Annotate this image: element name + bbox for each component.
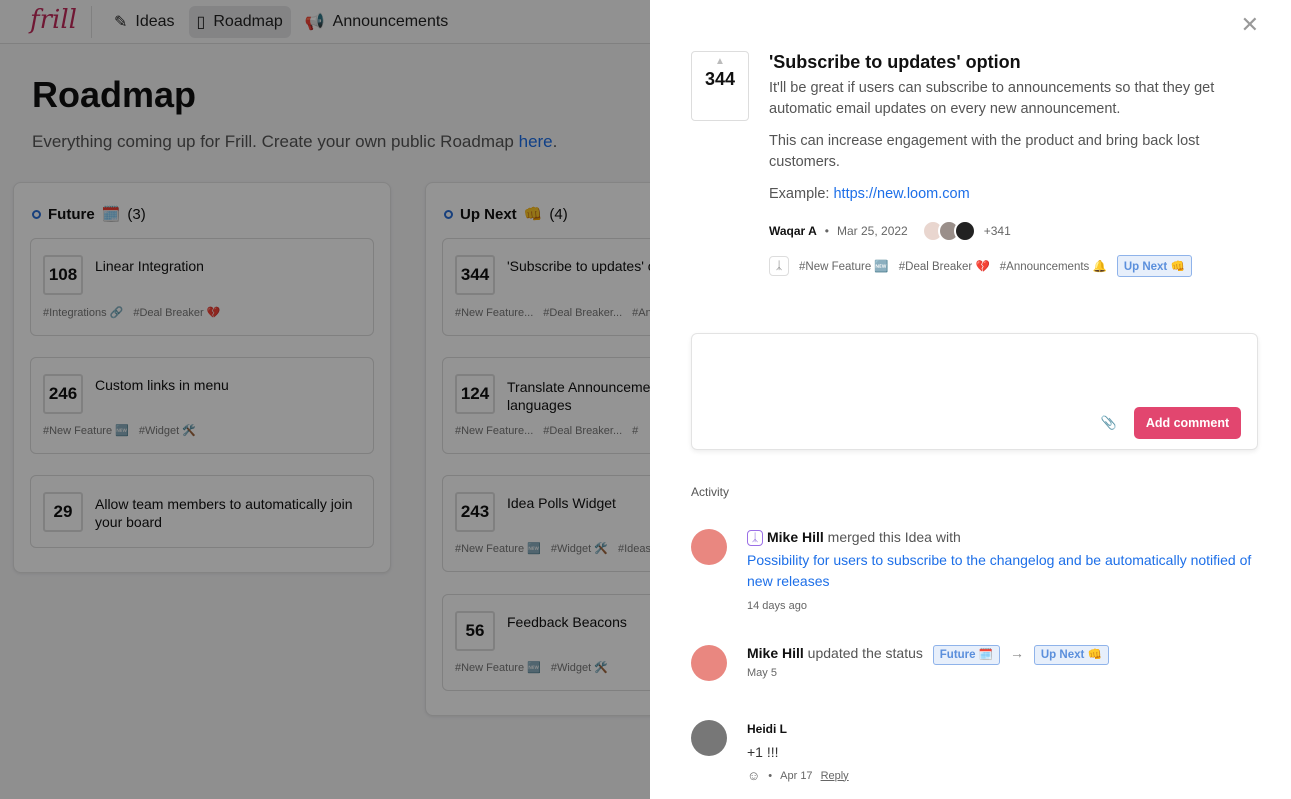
comment-author[interactable]: Heidi L xyxy=(747,722,787,736)
description-paragraph: It'll be great if users can subscribe to… xyxy=(769,80,1215,117)
voter-avatars[interactable] xyxy=(921,220,976,242)
idea-tags: ᛣ #New Feature 🆕 #Deal Breaker 💔 #Announ… xyxy=(769,255,1192,277)
paperclip-icon[interactable]: 📎 xyxy=(1101,415,1117,431)
add-comment-button[interactable]: Add comment xyxy=(1134,407,1241,439)
idea-date: Mar 25, 2022 xyxy=(837,224,908,238)
avatar xyxy=(953,220,976,242)
idea-detail-panel: ✕ ▲ 344 'Subscribe to updates' option It'… xyxy=(650,0,1291,799)
arrow-right-icon: → xyxy=(1009,645,1024,661)
idea-description: It'll be great if users can subscribe to… xyxy=(769,78,1239,216)
example-link[interactable]: https://new.loom.com xyxy=(833,186,969,202)
avatar xyxy=(691,645,727,681)
comment-body: Heidi L +1 !!! ☺ • Apr 17 Reply xyxy=(747,720,1271,783)
activity-time: May 5 xyxy=(747,667,777,679)
idea-title: 'Subscribe to updates' option xyxy=(769,52,1021,72)
upvote-arrow-icon: ▲ xyxy=(715,56,725,67)
activity-text: merged this Idea with xyxy=(823,529,961,545)
comment-time: Apr 17 xyxy=(780,769,813,782)
close-icon[interactable]: ✕ xyxy=(1241,12,1259,38)
status-badge-from: Future 🗓️ xyxy=(932,645,1001,665)
activity-body: ᛣ Mike Hill merged this Idea with Possibi… xyxy=(747,529,1271,612)
comment-footer: ☺ • Apr 17 Reply xyxy=(747,768,1271,783)
merged-idea-link[interactable]: Possibility for users to subscribe to th… xyxy=(747,550,1271,592)
comment-text: +1 !!! xyxy=(747,744,779,760)
separator-dot: • xyxy=(768,769,773,782)
merge-icon: ᛣ xyxy=(769,256,789,276)
avatar xyxy=(691,720,727,756)
activity-time: 14 days ago xyxy=(747,600,807,613)
tag[interactable]: #New Feature 🆕 xyxy=(799,259,889,273)
voters-more-count[interactable]: +341 xyxy=(984,224,1011,238)
tag[interactable]: #Deal Breaker 💔 xyxy=(899,259,990,273)
vote-count: 344 xyxy=(704,69,736,89)
status-badge-to: Up Next 👊 xyxy=(1033,645,1109,665)
activity-text: updated the status xyxy=(803,645,923,661)
activity-user[interactable]: Mike Hill xyxy=(747,645,804,661)
description-paragraph: This can increase engagement with the pr… xyxy=(769,133,1200,170)
avatar xyxy=(691,529,727,565)
activity-user[interactable]: Mike Hill xyxy=(767,529,824,545)
example-label: Example: xyxy=(769,186,834,202)
comment-input[interactable]: 📎 Add comment xyxy=(691,333,1258,450)
emoji-reaction-icon[interactable]: ☺ xyxy=(747,768,760,783)
merge-icon: ᛣ xyxy=(747,530,763,547)
status-badge: Up Next 👊 xyxy=(1116,255,1192,277)
activity-body: Mike Hill updated the status Future 🗓️ →… xyxy=(747,645,1271,679)
separator-dot: • xyxy=(824,224,829,238)
modal-backdrop[interactable] xyxy=(0,0,650,799)
reply-link[interactable]: Reply xyxy=(821,770,849,782)
author-name[interactable]: Waqar A xyxy=(769,224,817,238)
upvote-button[interactable]: ▲ 344 xyxy=(691,51,749,121)
description-paragraph: Example: https://new.loom.com xyxy=(769,184,1239,205)
tag[interactable]: #Announcements 🔔 xyxy=(1000,259,1107,273)
activity-heading: Activity xyxy=(691,485,730,499)
idea-meta: Waqar A • Mar 25, 2022 +341 xyxy=(769,220,1011,242)
